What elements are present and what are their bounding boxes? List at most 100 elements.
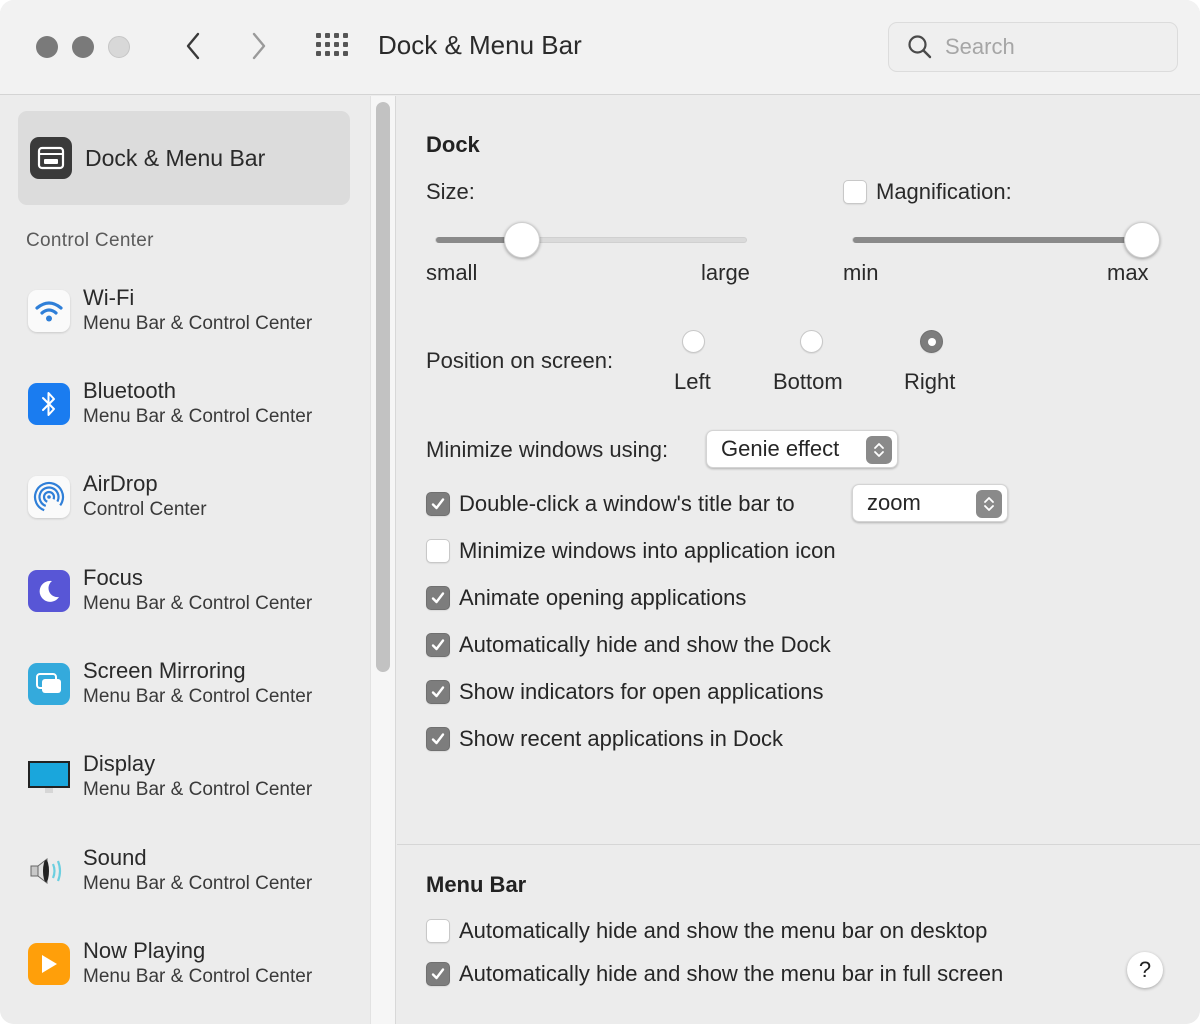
sidebar-item-subtitle: Menu Bar & Control Center: [83, 966, 313, 987]
magnification-slider-knob[interactable]: [1124, 222, 1160, 258]
airdrop-icon: [28, 476, 70, 518]
sidebar-item-subtitle: Menu Bar & Control Center: [83, 313, 313, 334]
checkbox-label: Minimize windows into application icon: [459, 538, 836, 563]
position-radio-right[interactable]: [920, 330, 943, 353]
display-icon: [28, 756, 70, 798]
sidebar: Dock & Menu Bar Control Center Wi-Fi Men…: [0, 96, 370, 1024]
menu-bar-checkbox-row[interactable]: Automatically hide and show the menu bar…: [426, 959, 1003, 989]
show-recent-apps-checkbox[interactable]: [426, 727, 450, 751]
autohide-menubar-desktop-checkbox[interactable]: [426, 919, 450, 943]
close-window-button[interactable]: [36, 36, 58, 58]
sidebar-item-sound[interactable]: Sound Menu Bar & Control Center: [28, 836, 358, 906]
sidebar-item-dock-menu-bar[interactable]: Dock & Menu Bar: [18, 111, 350, 205]
chevron-right-icon: [252, 32, 266, 60]
double-click-action-popup[interactable]: zoom: [852, 484, 1008, 522]
sidebar-item-label: Dock & Menu Bar: [85, 144, 266, 171]
sidebar-scroll-thumb[interactable]: [376, 102, 390, 672]
position-label: Position on screen:: [426, 348, 614, 373]
play-icon: [28, 943, 70, 985]
search-input[interactable]: [945, 34, 1145, 60]
menu-bar-section-heading: Menu Bar: [426, 872, 527, 897]
dock-checkbox-row[interactable]: Automatically hide and show the Dock: [426, 630, 831, 660]
sidebar-item-airdrop[interactable]: AirDrop Control Center: [28, 462, 358, 532]
sidebar-item-subtitle: Control Center: [83, 499, 207, 520]
chevron-left-icon: [186, 32, 200, 60]
magnification-label: Magnification:: [876, 179, 1012, 204]
sidebar-item-subtitle: Menu Bar & Control Center: [83, 406, 313, 427]
updown-chevron-icon: [976, 490, 1002, 518]
size-label: Size:: [426, 179, 475, 204]
checkbox-label: Automatically hide and show the Dock: [459, 632, 831, 657]
help-button[interactable]: ?: [1127, 952, 1163, 988]
checkbox-label: Show indicators for open applications: [459, 679, 824, 704]
position-option-right: Right: [904, 369, 956, 394]
section-label-control-center: Control Center: [26, 230, 154, 251]
magnification-slider-fill: [853, 237, 1143, 243]
position-radio-bottom[interactable]: [800, 330, 823, 353]
dock-checkbox-row[interactable]: Show indicators for open applications: [426, 677, 823, 707]
minimize-effect-value: Genie effect: [721, 436, 840, 461]
checkbox-label: Animate opening applications: [459, 585, 747, 610]
window-title: Dock & Menu Bar: [378, 30, 582, 60]
size-slider[interactable]: [435, 237, 747, 243]
sidebar-item-subtitle: Menu Bar & Control Center: [83, 593, 313, 614]
dock-checkbox-row[interactable]: Animate opening applications: [426, 583, 746, 613]
sidebar-item-name: Now Playing: [83, 938, 206, 963]
magnification-max-label: max: [1107, 260, 1149, 285]
sidebar-item-bluetooth[interactable]: Bluetooth Menu Bar & Control Center: [28, 369, 358, 439]
checkbox-label: Automatically hide and show the menu bar…: [459, 961, 1004, 986]
show-indicators-checkbox[interactable]: [426, 680, 450, 704]
bluetooth-icon: [28, 383, 70, 425]
double-click-action-value: zoom: [867, 490, 921, 515]
dock-checkbox-row[interactable]: Show recent applications in Dock: [426, 724, 783, 754]
main-panel: Dock Size: small large Magnification: mi…: [397, 96, 1200, 1024]
double-click-label: Double-click a window's title bar to: [459, 491, 795, 516]
dock-section-heading: Dock: [426, 132, 480, 157]
sidebar-item-screen-mirroring[interactable]: Screen Mirroring Menu Bar & Control Cent…: [28, 649, 358, 719]
screen-mirroring-icon: [28, 663, 70, 705]
sidebar-scrollbar[interactable]: [370, 96, 396, 1024]
minimize-into-app-icon-checkbox[interactable]: [426, 539, 450, 563]
magnification-checkbox-row[interactable]: Magnification:: [843, 179, 1012, 205]
magnification-checkbox[interactable]: [843, 180, 867, 204]
sidebar-item-subtitle: Menu Bar & Control Center: [83, 686, 313, 707]
search-field[interactable]: [888, 22, 1178, 72]
double-click-checkbox[interactable]: [426, 492, 450, 516]
minimize-window-button[interactable]: [72, 36, 94, 58]
position-radio-left[interactable]: [682, 330, 705, 353]
sidebar-item-display[interactable]: Display Menu Bar & Control Center: [28, 742, 358, 812]
moon-icon: [28, 570, 70, 612]
minimize-using-label: Minimize windows using:: [426, 437, 669, 462]
autohide-menubar-fullscreen-checkbox[interactable]: [426, 962, 450, 986]
dock-checkbox-row[interactable]: Minimize windows into application icon: [426, 536, 836, 566]
checkbox-label: Show recent applications in Dock: [459, 726, 784, 751]
size-min-label: small: [426, 260, 478, 285]
sidebar-item-wifi[interactable]: Wi-Fi Menu Bar & Control Center: [28, 276, 358, 346]
size-slider-knob[interactable]: [504, 222, 541, 258]
menu-bar-checkbox-row[interactable]: Automatically hide and show the menu bar…: [426, 916, 987, 946]
animate-opening-checkbox[interactable]: [426, 586, 450, 610]
show-all-grid-button[interactable]: [316, 33, 352, 59]
sidebar-item-now-playing[interactable]: Now Playing Menu Bar & Control Center: [28, 929, 358, 999]
dock-menubar-icon: [30, 137, 72, 179]
sidebar-item-name: Sound: [83, 845, 147, 870]
search-icon: [908, 35, 932, 59]
wifi-icon: [28, 290, 70, 332]
sidebar-item-subtitle: Menu Bar & Control Center: [83, 873, 313, 894]
sidebar-item-name: Bluetooth: [83, 378, 176, 403]
back-button[interactable]: [178, 28, 208, 64]
speaker-icon: [28, 850, 70, 892]
size-max-label: large: [701, 260, 750, 285]
sidebar-item-name: Wi-Fi: [83, 285, 135, 310]
position-option-left: Left: [674, 369, 711, 394]
sidebar-item-focus[interactable]: Focus Menu Bar & Control Center: [28, 556, 358, 626]
position-option-bottom: Bottom: [773, 369, 843, 394]
forward-button[interactable]: [244, 28, 274, 64]
magnification-slider[interactable]: [852, 237, 1143, 243]
sidebar-item-name: Display: [83, 751, 156, 776]
double-click-row[interactable]: Double-click a window's title bar to: [426, 489, 795, 519]
zoom-window-button[interactable]: [108, 36, 130, 58]
minimize-effect-popup[interactable]: Genie effect: [706, 430, 898, 468]
magnification-min-label: min: [843, 260, 879, 285]
autohide-dock-checkbox[interactable]: [426, 633, 450, 657]
